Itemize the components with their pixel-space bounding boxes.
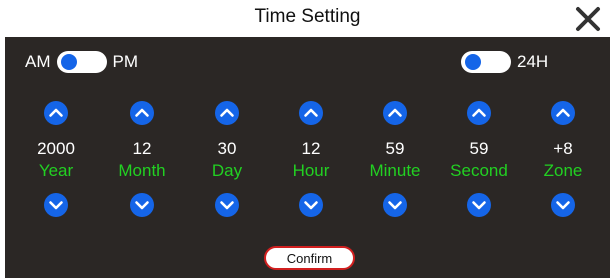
field-day: 30 Day — [182, 101, 272, 217]
field-label: Minute — [369, 161, 421, 180]
dialog-title: Time Setting — [254, 6, 361, 27]
field-label: Second — [450, 161, 508, 180]
field-month: 12 Month — [97, 101, 187, 217]
am-pm-switch-knob — [60, 54, 77, 70]
time-fields: 2000 Year 12 Month 30 Day 12 Hour 59 Min… — [5, 101, 610, 221]
close-icon[interactable] — [573, 4, 603, 34]
chevron-down-icon[interactable] — [383, 193, 407, 217]
title-bar: Time Setting — [0, 0, 615, 37]
field-label: Year — [38, 161, 74, 180]
chevron-down-icon[interactable] — [215, 193, 239, 217]
chevron-up-icon[interactable] — [551, 101, 575, 125]
field-label: Month — [118, 161, 166, 180]
am-pm-toggle-group: AM PM — [25, 50, 138, 74]
chevron-up-icon[interactable] — [299, 101, 323, 125]
chevron-down-icon[interactable] — [44, 193, 68, 217]
am-pm-switch[interactable] — [56, 51, 107, 73]
confirm-button[interactable]: Confirm — [264, 246, 355, 270]
h24-switch-knob — [465, 54, 481, 70]
field-value: 12 — [301, 139, 321, 158]
field-label: Zone — [543, 161, 583, 180]
pm-label: PM — [112, 52, 139, 71]
chevron-up-icon[interactable] — [215, 101, 239, 125]
field-value: 59 — [385, 139, 405, 158]
chevron-down-icon[interactable] — [467, 193, 491, 217]
field-value: 12 — [132, 139, 152, 158]
am-label: AM — [25, 52, 51, 71]
h24-switch[interactable] — [461, 51, 511, 73]
chevron-up-icon[interactable] — [383, 101, 407, 125]
h24-toggle-group: 24H — [455, 50, 548, 74]
chevron-down-icon[interactable] — [130, 193, 154, 217]
field-year: 2000 Year — [11, 101, 101, 217]
field-minute: 59 Minute — [350, 101, 440, 217]
field-hour: 12 Hour — [266, 101, 356, 217]
h24-label: 24H — [517, 52, 549, 71]
chevron-up-icon[interactable] — [467, 101, 491, 125]
field-value: 30 — [217, 139, 237, 158]
field-label: Day — [211, 161, 243, 180]
field-value: +8 — [553, 139, 573, 158]
field-label: Hour — [292, 161, 330, 180]
chevron-down-icon[interactable] — [299, 193, 323, 217]
field-value: 2000 — [37, 139, 75, 158]
chevron-down-icon[interactable] — [551, 193, 575, 217]
field-value: 59 — [469, 139, 489, 158]
chevron-up-icon[interactable] — [130, 101, 154, 125]
field-zone: +8 Zone — [518, 101, 608, 217]
settings-panel: AM PM 24H 2000 Year 12 Month 30 Day 12 H… — [5, 37, 610, 278]
chevron-up-icon[interactable] — [44, 101, 68, 125]
field-second: 59 Second — [434, 101, 524, 217]
